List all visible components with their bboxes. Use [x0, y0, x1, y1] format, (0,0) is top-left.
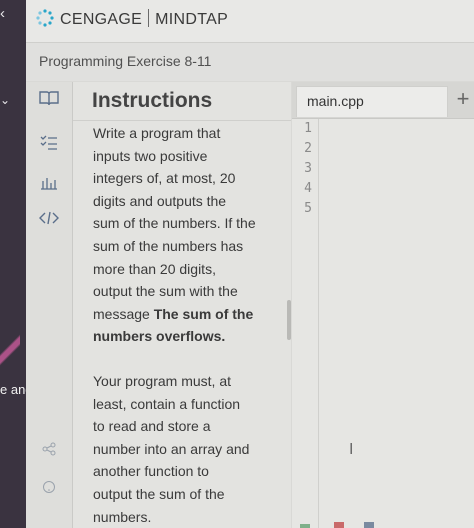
left-strip-fragment-text: e and: [0, 382, 26, 397]
chevron-down-icon[interactable]: ⌄: [0, 92, 14, 108]
share-icon[interactable]: [38, 442, 60, 462]
code-icon[interactable]: [38, 210, 60, 230]
overflow-message-text: The sum of the: [153, 305, 254, 322]
instructions-line: integers of, at most, 20: [93, 170, 236, 187]
line-number: 5: [304, 201, 312, 216]
instructions-body: Write a program that inputs two positive…: [93, 122, 273, 528]
help-icon[interactable]: [38, 480, 60, 500]
add-file-button[interactable]: +: [452, 86, 474, 114]
instructions-paragraph-1: Write a program that inputs two positive…: [93, 122, 273, 348]
brand-name: CENGAGE: [60, 11, 143, 28]
overflow-message-text: numbers overflows.: [93, 328, 226, 345]
code-editor: main.cpp + 1 2 3 4 5 I: [292, 82, 474, 528]
instructions-line: least, contain a function: [93, 395, 241, 412]
decorative-accent: [0, 330, 20, 370]
instructions-line: output the sum with the: [93, 283, 238, 300]
run-icon[interactable]: [300, 524, 310, 528]
instructions-line: sum of the numbers has: [93, 237, 244, 254]
top-bar: CENGAGE MINDTAP: [26, 0, 474, 43]
instructions-line: output the sum of the: [93, 485, 225, 502]
line-number-gutter: 1 2 3 4 5: [292, 119, 319, 528]
brand-separator: [148, 9, 150, 27]
instructions-line: more than 20 digits,: [93, 260, 216, 277]
instructions-line: digits and outputs the: [93, 192, 227, 209]
cengage-logo-icon: [36, 9, 54, 27]
text-cursor-icon: I: [349, 441, 354, 458]
brand-product: MINDTAP: [155, 11, 229, 28]
instructions-header: Instructions: [73, 82, 291, 121]
left-strip: ‹ ⌄ e and: [0, 0, 26, 528]
tab-main-cpp[interactable]: main.cpp: [296, 86, 448, 117]
icon-rail: [26, 82, 73, 528]
tab-label: main.cpp: [307, 93, 364, 109]
download-icon[interactable]: [364, 522, 374, 528]
line-number: 4: [304, 181, 312, 196]
line-number: 2: [304, 141, 312, 156]
instructions-line: number into an array and: [93, 440, 250, 457]
instructions-line: to read and store a: [93, 418, 211, 435]
editor-tabs: main.cpp +: [292, 82, 474, 119]
exercise-bar: Programming Exercise 8-11: [26, 43, 474, 81]
editor-bottom-toolbar: [300, 516, 420, 528]
panel-resize-handle[interactable]: [287, 300, 291, 340]
instructions-line: sum of the numbers. If the: [93, 215, 256, 232]
instructions-paragraph-2: Your program must, at least, contain a f…: [93, 370, 273, 528]
line-number: 3: [304, 161, 312, 176]
line-number: 1: [304, 121, 312, 136]
instructions-panel: Instructions Write a program that inputs…: [73, 82, 291, 528]
instructions-line: another function to: [93, 463, 209, 480]
instructions-line: inputs two positive: [93, 147, 208, 164]
bar-chart-icon[interactable]: [38, 174, 60, 194]
instructions-line: Write a program that: [93, 125, 221, 141]
instructions-line: message: [93, 305, 154, 322]
chevron-left-icon[interactable]: ‹: [0, 6, 14, 22]
book-icon[interactable]: [38, 90, 60, 110]
exercise-title: Programming Exercise 8-11: [39, 53, 212, 69]
instructions-line: Your program must, at: [93, 372, 231, 389]
brand-wordmark[interactable]: CENGAGE MINDTAP: [60, 9, 228, 29]
delete-icon[interactable]: [334, 522, 344, 528]
instructions-heading: Instructions: [92, 89, 213, 112]
code-input-area[interactable]: I: [319, 119, 474, 528]
checklist-icon[interactable]: [38, 134, 60, 154]
instructions-line: numbers.: [93, 508, 152, 525]
